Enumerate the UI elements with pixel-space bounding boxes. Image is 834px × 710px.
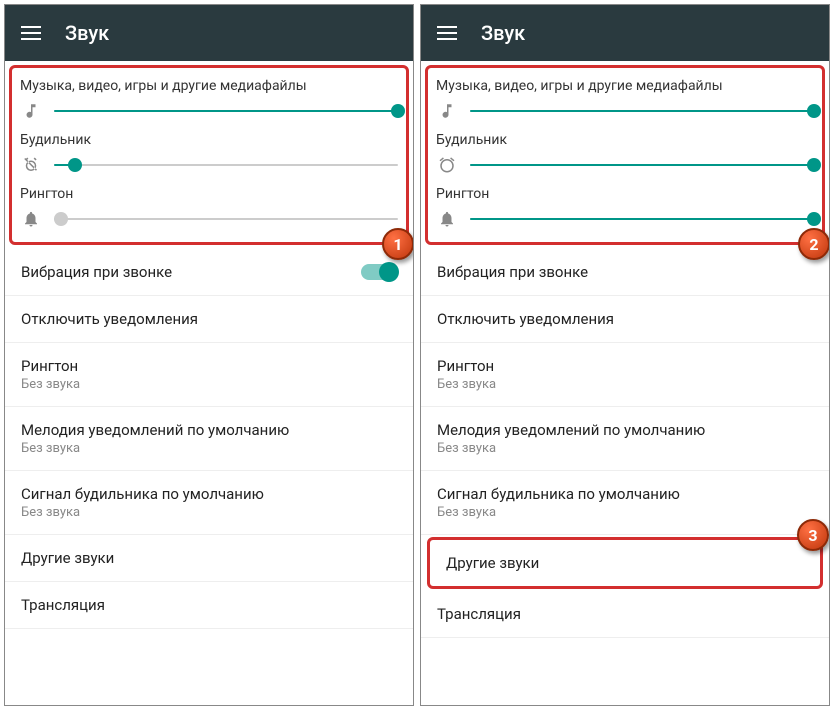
page-title: Звук xyxy=(65,21,109,45)
vibrate-switch[interactable] xyxy=(361,264,397,280)
step-marker-3: 3 xyxy=(797,519,829,551)
media-slider-row: Музыка, видео, игры и другие медиафайлы xyxy=(436,72,814,126)
notification-sound[interactable]: Мелодия уведомлений по умолчаниюБез звук… xyxy=(421,407,829,471)
do-not-disturb[interactable]: Отключить уведомления xyxy=(421,296,829,343)
step-marker-2: 2 xyxy=(798,228,829,260)
step-marker-1: 1 xyxy=(382,228,413,260)
media-slider-row: Музыка, видео, игры и другие медиафайлы xyxy=(20,72,398,126)
do-not-disturb[interactable]: Отключить уведомления xyxy=(5,296,413,343)
alarm-sound[interactable]: Сигнал будильника по умолчаниюБез звука xyxy=(421,471,829,535)
ringtone-setting[interactable]: РингтонБез звука xyxy=(5,343,413,407)
appbar: Звук xyxy=(5,5,413,61)
alarm-slider-row: Будильник xyxy=(20,126,398,180)
alarm-label: Будильник xyxy=(436,132,814,148)
ringtone-setting[interactable]: РингтонБез звука xyxy=(421,343,829,407)
alarm-slider[interactable] xyxy=(54,164,398,166)
appbar: Звук xyxy=(421,5,829,61)
alarm-slider[interactable] xyxy=(470,164,814,166)
cast[interactable]: Трансляция xyxy=(421,591,829,638)
music-note-icon xyxy=(20,102,42,120)
notification-sound[interactable]: Мелодия уведомлений по умолчаниюБез звук… xyxy=(5,407,413,471)
alarm-label: Будильник xyxy=(20,132,398,148)
ringtone-slider[interactable] xyxy=(470,218,814,220)
content: Музыка, видео, игры и другие медиафайлы … xyxy=(421,61,829,705)
vibrate-on-ring[interactable]: Вибрация при звонке xyxy=(421,249,829,296)
ringtone-slider-row: Рингтон xyxy=(20,180,398,234)
ringtone-slider[interactable] xyxy=(54,218,398,220)
media-label: Музыка, видео, игры и другие медиафайлы xyxy=(20,78,398,94)
cast[interactable]: Трансляция xyxy=(5,582,413,629)
media-slider[interactable] xyxy=(54,110,398,112)
music-note-icon xyxy=(436,102,458,120)
volume-panel-highlight: Музыка, видео, игры и другие медиафайлы … xyxy=(9,65,409,245)
other-sounds[interactable]: Другие звуки xyxy=(5,535,413,582)
phone-right: Звук Музыка, видео, игры и другие медиаф… xyxy=(420,4,830,706)
vibrate-on-ring[interactable]: Вибрация при звонке xyxy=(5,249,413,296)
ringtone-label: Рингтон xyxy=(436,186,814,202)
content: Музыка, видео, игры и другие медиафайлы … xyxy=(5,61,413,705)
bell-icon xyxy=(436,210,458,228)
bell-icon xyxy=(20,210,42,228)
media-label: Музыка, видео, игры и другие медиафайлы xyxy=(436,78,814,94)
ringtone-slider-row: Рингтон xyxy=(436,180,814,234)
volume-panel-highlight: Музыка, видео, игры и другие медиафайлы … xyxy=(425,65,825,245)
alarm-slider-row: Будильник xyxy=(436,126,814,180)
other-sounds-highlight[interactable]: Другие звуки xyxy=(427,537,823,589)
page-title: Звук xyxy=(481,21,525,45)
menu-icon[interactable] xyxy=(437,26,457,40)
alarm-icon xyxy=(436,156,458,174)
alarm-sound[interactable]: Сигнал будильника по умолчаниюБез звука xyxy=(5,471,413,535)
ringtone-label: Рингтон xyxy=(20,186,398,202)
media-slider[interactable] xyxy=(470,110,814,112)
phone-left: Звук Музыка, видео, игры и другие медиаф… xyxy=(4,4,414,706)
menu-icon[interactable] xyxy=(21,26,41,40)
alarm-off-icon xyxy=(20,156,42,174)
